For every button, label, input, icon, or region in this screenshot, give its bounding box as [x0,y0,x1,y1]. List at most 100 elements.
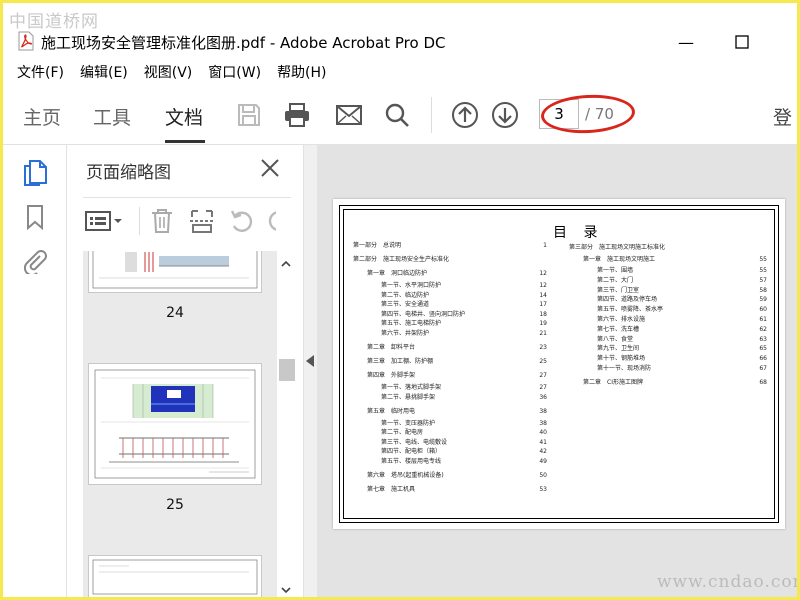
toc-entry[interactable]: 第六章 塔吊(起重机械设备) [367,472,444,479]
thumbnail-options-button[interactable] [83,205,127,237]
toc-entry[interactable]: 第一节、围墙 [597,267,633,274]
delete-page-button[interactable] [146,205,178,237]
email-button[interactable] [333,99,365,131]
toc-entry[interactable]: 第一节、水平洞口防护 [381,282,441,289]
panel-close-button[interactable] [257,155,283,181]
toc-page-number: 65 [759,345,767,353]
toc-entry[interactable]: 第二章 卸料平台 [367,344,415,351]
toc-entry[interactable]: 第九节、卫生间 [597,345,639,352]
menu-help[interactable]: 帮助(H) [269,59,334,87]
toc-entry[interactable]: 第一节、变压器防护 [381,420,435,427]
toc-entry[interactable]: 第三节、电线、电缆敷设 [381,439,447,446]
window-title: 施工现场安全管理标准化图册.pdf - Adobe Acrobat Pro DC [41,34,446,52]
attachments-button[interactable] [21,247,49,275]
toc-entry[interactable]: 第二节、临边防护 [381,292,429,299]
toc-entry[interactable]: 第一章 施工现场文明施工 [583,256,655,263]
menu-edit[interactable]: 编辑(E) [72,59,136,87]
thumbnail-page-24[interactable] [88,251,262,293]
scroll-down-icon[interactable] [281,585,291,595]
toc-title: 目 录 [553,225,604,241]
toc-entry[interactable]: 第五章 临时用电 [367,408,415,415]
toc-page-number: 61 [759,316,767,323]
panel-collapse-strip[interactable] [303,145,317,597]
thumbnail-preview-25 [94,369,256,479]
maximize-button[interactable] [727,29,757,55]
save-button[interactable] [233,99,265,131]
toc-page-number: 53 [539,486,547,493]
toc-entry[interactable]: 第五节、施工电梯防护 [381,320,441,327]
toc-page-number: 36 [539,393,547,401]
toc-entry[interactable]: 第四节、配电柜（箱） [381,448,441,455]
toc-entry[interactable]: 第三章 加工棚、防护棚 [367,358,433,365]
toc-entry[interactable]: 第二节、大门 [597,277,633,284]
toc-entry[interactable]: 第六节、井架防护 [381,330,429,337]
scroll-up-icon[interactable] [281,259,291,269]
bookmark-icon [27,205,43,230]
thumbnail-page-25[interactable] [88,363,262,485]
toc-page-number: 27 [539,372,547,379]
toc-page-number: 59 [759,296,767,304]
toc-page-number: 38 [539,419,547,427]
extract-page-button[interactable] [186,205,218,237]
toc-page-number: 38 [539,407,547,415]
toc-entry[interactable]: 第五节、楼层用电专线 [381,458,441,465]
toc-entry[interactable]: 第三部分 施工现场文明施工标准化 [569,244,665,251]
thumbnail-page-26[interactable] [88,555,262,597]
toc-entry[interactable]: 第一章 洞口临边防护 [367,270,427,277]
toc-entry[interactable]: 第二节、悬挑脚手架 [381,394,435,401]
maximize-icon [735,35,749,49]
rotate-button[interactable] [226,205,258,237]
menu-window[interactable]: 窗口(W) [200,59,269,87]
thumbnail-list: 24 25 [83,251,277,597]
toc-page-number: 67 [759,365,767,372]
menu-file[interactable]: 文件(F) [3,59,72,87]
toc-page-number: 58 [759,286,767,294]
page-thumbnails-button[interactable] [21,159,49,187]
toc-entry[interactable]: 第四节、道路及停车场 [597,296,657,303]
next-page-button[interactable] [489,99,521,131]
toc-entry[interactable]: 第八节、食堂 [597,336,633,343]
scrollbar-thumb[interactable] [279,359,295,381]
toc-page-number: 63 [759,335,767,343]
page-thumbnails-icon [24,160,47,186]
minimize-button[interactable]: — [671,29,701,55]
pdf-page: 目 录 第一部分 总说明 1 第二部分 施工现场安全生产标准化 第一章 洞口临边防护 1… [333,199,785,529]
bookmarks-button[interactable] [21,203,49,231]
tab-home[interactable]: 主页 [23,103,61,130]
previous-page-button[interactable] [449,99,481,131]
arrow-up-circle-icon [452,102,478,128]
toc-entry[interactable]: 第三节、门卫室 [597,287,639,294]
tab-tools[interactable]: 工具 [93,103,131,130]
print-button[interactable] [281,99,313,131]
toc-entry[interactable]: 第二部分 施工现场安全生产标准化 [353,256,449,263]
toc-entry[interactable]: 第二节、配电房 [381,429,423,436]
toc-entry[interactable]: 第七节、洗车槽 [597,326,639,333]
toc-entry[interactable]: 第四章 外脚手架 [367,372,415,379]
thumbnail-label-24: 24 [166,305,184,321]
toc-page-number: 57 [759,276,767,284]
toc-entry[interactable]: 第六节、排水设施 [597,316,645,323]
toc-entry[interactable]: 第十一节、现场消防 [597,365,651,372]
document-view: 目 录 第一部分 总说明 1 第二部分 施工现场安全生产标准化 第一章 洞口临边防护 1… [317,145,797,597]
toc-entry[interactable]: 第一部分 总说明 [353,242,401,249]
toc-entry[interactable]: 第二章 CI形施工图牌 [583,379,643,386]
menu-view[interactable]: 视图(V) [136,59,201,87]
toc-entry[interactable]: 第五节、喷雾降、茶水亭 [597,306,663,313]
toc-entry[interactable]: 第一节、落地式脚手架 [381,384,441,391]
toc-entry[interactable]: 第三节、安全通道 [381,301,429,308]
trash-icon [152,208,172,233]
tab-document[interactable]: 文档 [165,103,203,130]
toc-entry[interactable]: 第十节、钢筋堆场 [597,355,645,362]
toc-entry[interactable]: 第七章 施工机具 [367,486,415,493]
login-link[interactable]: 登 [773,103,792,130]
paperclip-icon [23,250,47,274]
collapse-left-icon [306,355,314,367]
toc-entry[interactable]: 第四节、电梯井、竖向洞口防护 [381,311,465,318]
toc-page-number: 27 [539,384,547,391]
toc-page-number: 66 [759,355,767,363]
rotate-icon [230,209,253,232]
thumbnail-scrollbar[interactable] [277,251,295,597]
menu-bar: 文件(F) 编辑(E) 视图(V) 窗口(W) 帮助(H) [3,59,797,87]
search-button[interactable] [381,99,413,131]
toc-page-number: 23 [539,344,547,351]
